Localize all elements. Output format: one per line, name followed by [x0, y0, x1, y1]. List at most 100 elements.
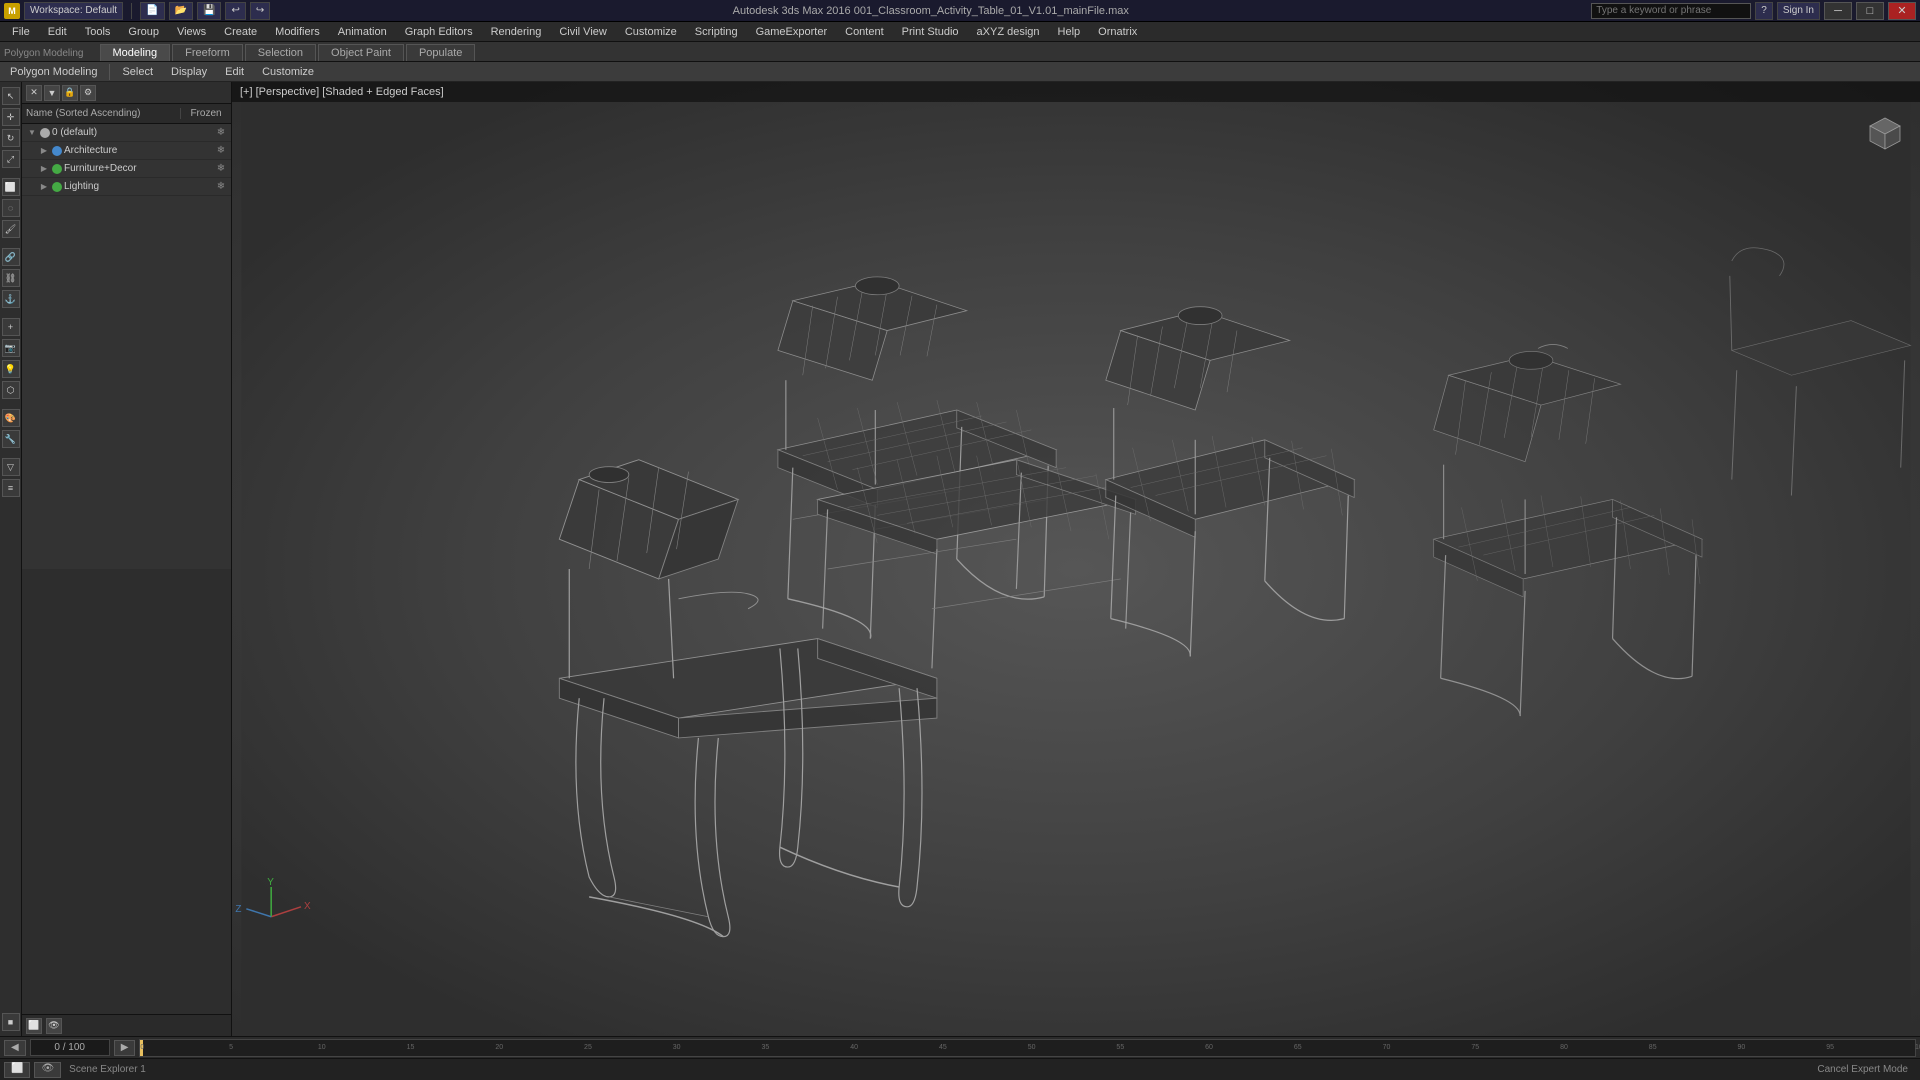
- se-list: ▼0 (default)❄▶Architecture❄▶Furniture+De…: [22, 124, 231, 569]
- bottombar-panel-btn[interactable]: 👁: [34, 1062, 61, 1078]
- new-btn[interactable]: 📄: [140, 2, 164, 20]
- menu-create[interactable]: Create: [216, 24, 265, 40]
- unlink-tool[interactable]: ⛓: [2, 269, 20, 287]
- timeline-track[interactable]: 0510152025303540455055606570758085909510…: [139, 1039, 1916, 1057]
- maximize-btn[interactable]: □: [1856, 2, 1884, 20]
- menu-help[interactable]: Help: [1050, 24, 1089, 40]
- select-tool[interactable]: ↖: [2, 87, 20, 105]
- minimize-btn[interactable]: ─: [1824, 2, 1852, 20]
- menu-print-studio[interactable]: Print Studio: [894, 24, 967, 40]
- titlebar: M Workspace: Default 📄 📂 💾 ↩ ↪ Autodesk …: [0, 0, 1920, 22]
- workspace-dropdown[interactable]: Workspace: Default: [24, 2, 123, 20]
- menu-modifiers[interactable]: Modifiers: [267, 24, 328, 40]
- tab-modeling[interactable]: Modeling: [100, 44, 171, 61]
- menu-tools[interactable]: Tools: [77, 24, 119, 40]
- tab-populate[interactable]: Populate: [406, 44, 475, 61]
- undo-btn[interactable]: ↩: [225, 2, 245, 20]
- se-item-default[interactable]: ▼0 (default)❄: [22, 124, 231, 142]
- sub-toolbar-customize[interactable]: Customize: [256, 66, 320, 78]
- close-btn[interactable]: ✕: [1888, 2, 1916, 20]
- viewport-svg: X Y Z: [232, 102, 1920, 1036]
- menu-customize[interactable]: Customize: [617, 24, 685, 40]
- link-tool[interactable]: 🔗: [2, 248, 20, 266]
- geometry-tool[interactable]: ⬡: [2, 381, 20, 399]
- se-color-furniture: [52, 164, 62, 174]
- tick-55: 55: [1116, 1044, 1124, 1051]
- menu-edit[interactable]: Edit: [40, 24, 75, 40]
- se-color-architecture: [52, 146, 62, 156]
- se-footer-btn2[interactable]: 👁: [46, 1018, 62, 1034]
- light-tool[interactable]: 💡: [2, 360, 20, 378]
- se-freeze-icon-architecture: ❄: [213, 145, 229, 156]
- signin-btn[interactable]: Sign In: [1777, 2, 1820, 20]
- menu-scripting[interactable]: Scripting: [687, 24, 746, 40]
- se-settings-btn[interactable]: ⚙: [80, 85, 96, 101]
- tab-selection[interactable]: Selection: [245, 44, 316, 61]
- open-btn[interactable]: 📂: [169, 2, 193, 20]
- menu-animation[interactable]: Animation: [330, 24, 395, 40]
- menu-content[interactable]: Content: [837, 24, 892, 40]
- svg-text:Z: Z: [235, 904, 241, 915]
- camera-tool[interactable]: 📷: [2, 339, 20, 357]
- viewport-cube[interactable]: [1860, 106, 1910, 156]
- titlebar-left: M Workspace: Default 📄 📂 💾 ↩ ↪: [4, 2, 270, 20]
- timeline-next[interactable]: ▶: [114, 1040, 136, 1056]
- sub-toolbar-display[interactable]: Display: [165, 66, 213, 78]
- box-select[interactable]: ⬜: [2, 178, 20, 196]
- helper-tool[interactable]: +: [2, 318, 20, 336]
- menu-file[interactable]: File: [4, 24, 38, 40]
- bottom-tool[interactable]: ■: [2, 1013, 20, 1031]
- se-expand-default[interactable]: ▼: [26, 127, 38, 139]
- menu-views[interactable]: Views: [169, 24, 214, 40]
- menu-game-exporter[interactable]: GameExporter: [748, 24, 836, 40]
- tab-freeform[interactable]: Freeform: [172, 44, 243, 61]
- tick-75: 75: [1471, 1044, 1479, 1051]
- sub-toolbar-select[interactable]: Select: [116, 66, 159, 78]
- menu-rendering[interactable]: Rendering: [483, 24, 550, 40]
- material-tool[interactable]: 🎨: [2, 409, 20, 427]
- paint-select[interactable]: 🖌: [2, 220, 20, 238]
- menu-group[interactable]: Group: [120, 24, 167, 40]
- menu-ornatrix[interactable]: Ornatrix: [1090, 24, 1145, 40]
- menu-civil-view[interactable]: Civil View: [551, 24, 614, 40]
- save-btn[interactable]: 💾: [197, 2, 221, 20]
- modifier-tool[interactable]: 🔧: [2, 430, 20, 448]
- bind-tool[interactable]: ⚓: [2, 290, 20, 308]
- main-content: ↖ ✛ ↻ ⤢ ⬜ ◌ 🖌 🔗 ⛓ ⚓ + 📷 💡 ⬡ 🎨 🔧 ▽ ≡ ■ ✕ …: [0, 82, 1920, 1036]
- se-col-name[interactable]: Name (Sorted Ascending): [22, 108, 181, 119]
- se-close-btn[interactable]: ✕: [26, 85, 42, 101]
- menu-graph-editors[interactable]: Graph Editors: [397, 24, 481, 40]
- scene-3d: X Y Z: [232, 82, 1920, 1036]
- se-item-lighting[interactable]: ▶Lighting❄: [22, 178, 231, 196]
- redo-btn[interactable]: ↪: [250, 2, 270, 20]
- se-item-architecture[interactable]: ▶Architecture❄: [22, 142, 231, 160]
- menu-axyz-design[interactable]: aXYZ design: [969, 24, 1048, 40]
- filter-tool[interactable]: ▽: [2, 458, 20, 476]
- se-expand-lighting[interactable]: ▶: [38, 181, 50, 193]
- sub-toolbar-edit[interactable]: Edit: [219, 66, 250, 78]
- se-filter-btn[interactable]: ▼: [44, 85, 60, 101]
- se-color-lighting: [52, 182, 62, 192]
- svg-text:Y: Y: [267, 877, 274, 888]
- se-expand-furniture[interactable]: ▶: [38, 163, 50, 175]
- se-footer-btn1[interactable]: ⬜: [26, 1018, 42, 1034]
- help-btn[interactable]: ?: [1755, 2, 1773, 20]
- rotate-tool[interactable]: ↻: [2, 129, 20, 147]
- tab-object-paint[interactable]: Object Paint: [318, 44, 404, 61]
- lasso-select[interactable]: ◌: [2, 199, 20, 217]
- extra-tool[interactable]: ≡: [2, 479, 20, 497]
- se-col-frozen[interactable]: Frozen: [181, 108, 231, 119]
- viewport[interactable]: [+] [Perspective] [Shaded + Edged Faces]: [232, 82, 1920, 1036]
- se-lock-btn[interactable]: 🔒: [62, 85, 78, 101]
- tick-65: 65: [1294, 1044, 1302, 1051]
- se-header: Name (Sorted Ascending) Frozen: [22, 104, 231, 124]
- bottombar-explorer-btn[interactable]: ⬜: [4, 1062, 30, 1078]
- search-input[interactable]: [1591, 3, 1751, 19]
- tick-5: 5: [229, 1044, 233, 1051]
- move-tool[interactable]: ✛: [2, 108, 20, 126]
- se-expand-architecture[interactable]: ▶: [38, 145, 50, 157]
- timeline-prev[interactable]: ◀: [4, 1040, 26, 1056]
- se-item-furniture[interactable]: ▶Furniture+Decor❄: [22, 160, 231, 178]
- tick-60: 60: [1205, 1044, 1213, 1051]
- scale-tool[interactable]: ⤢: [2, 150, 20, 168]
